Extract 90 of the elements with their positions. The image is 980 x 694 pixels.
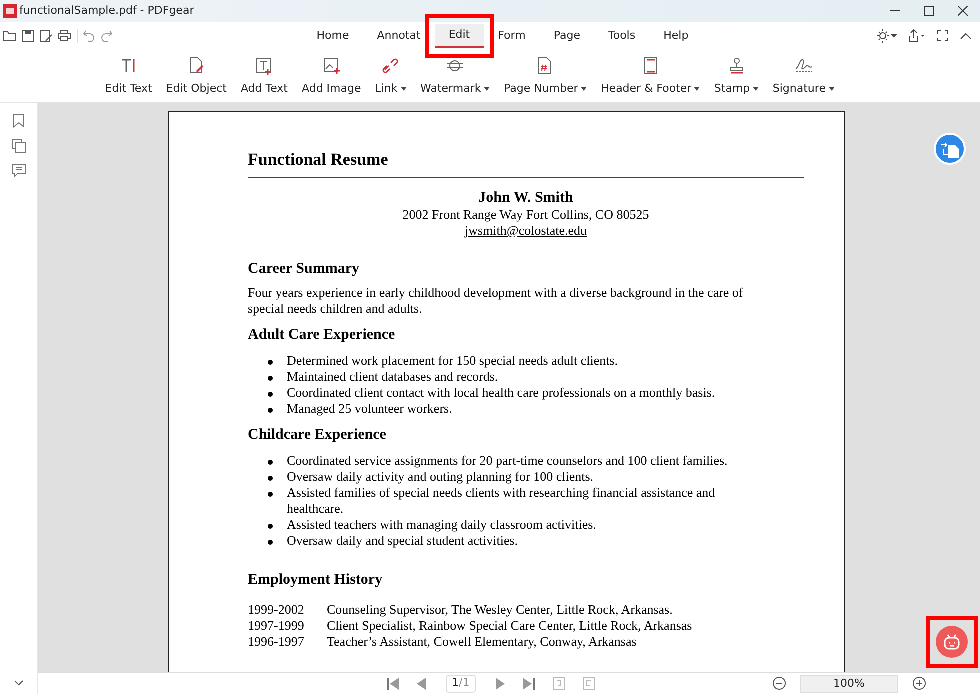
menu-tab[interactable]: Tools [594, 24, 650, 48]
bullet-icon [268, 476, 273, 481]
maximize-icon [924, 6, 934, 16]
bullet-item: Assisted teachers with managing daily classroom activities. [287, 517, 598, 533]
page-number-field[interactable]: 1/1 [446, 674, 476, 692]
bullet-icon [268, 408, 273, 413]
rotate-left-icon [552, 677, 565, 690]
ribbon-button[interactable]: Page Number [500, 55, 592, 100]
bullet-item: Oversaw daily and special student activities. [287, 533, 520, 549]
ribbon-button[interactable]: Edit Text [101, 55, 156, 100]
comment-icon[interactable] [12, 164, 26, 177]
header-footer-icon [642, 57, 660, 75]
bullet-icon [268, 360, 273, 365]
menu-tab[interactable]: Page [540, 24, 594, 48]
bullet-item: Coordinated client contact with local health care professionals on a monthly basis. [287, 385, 716, 401]
bullet-item: Oversaw daily activity and outing planning for 100 clients. [287, 469, 595, 485]
employment-years: 1997-1999 [248, 618, 306, 634]
section-heading: Employment History [248, 572, 384, 588]
bullet-item: Managed 25 volunteer workers. [287, 401, 454, 417]
brightness-icon[interactable] [876, 29, 897, 43]
ribbon-button[interactable]: Add Image [298, 55, 366, 100]
summary-paragraph: Four years experience in early childhood development with a diverse background in the care of special needs children and adults. [248, 285, 744, 317]
window-title: functionalSample.pdf - PDFgear [20, 2, 194, 19]
ribbon-button[interactable]: Watermark [416, 55, 494, 100]
bullet-icon [268, 524, 273, 529]
ribbon-button[interactable]: Stamp [710, 55, 763, 100]
collapse-icon[interactable] [960, 32, 972, 40]
folder-icon[interactable] [2, 30, 17, 42]
edit-text-icon [120, 57, 138, 75]
stamp-icon [728, 57, 746, 75]
bullet-icon [268, 492, 273, 497]
fullscreen-icon[interactable] [936, 30, 949, 42]
section-heading: Childcare Experience [248, 427, 388, 443]
email-link[interactable]: jwsmith@colostate.edu [464, 223, 588, 238]
add-image-icon [322, 57, 341, 75]
print-icon[interactable] [58, 30, 72, 42]
section-heading: Career Summary [248, 261, 361, 277]
redo-icon[interactable] [100, 30, 113, 42]
address-text: 2002 Front Range Way Fort Collins, CO 80525 [402, 207, 650, 223]
add-text-icon [255, 57, 274, 75]
employment-role: Client Specialist, Rainbow Special Care Center, Little Rock, Arkansas [327, 618, 692, 634]
menu-tab[interactable]: Annotat [363, 24, 435, 48]
bullet-item: Coordinated service assignments for 20 part-time counselors and 100 client families. [287, 453, 729, 469]
bullet-icon [268, 392, 273, 397]
edit-object-icon [188, 57, 206, 75]
signature-icon [794, 57, 813, 75]
bullet-icon [268, 376, 273, 381]
next-icon [496, 678, 505, 690]
zoom-out-icon [772, 677, 786, 690]
zoom-in-icon [912, 677, 926, 690]
link-icon [382, 57, 400, 75]
ribbon-button[interactable]: Link [371, 55, 411, 100]
menu-tab[interactable]: Form [484, 24, 540, 48]
bullet-icon [268, 460, 273, 465]
person-name: John W. Smith [478, 189, 574, 207]
document-title: Functional Resume [248, 152, 804, 178]
previous-icon [417, 678, 426, 690]
rotate-right-icon [582, 677, 595, 690]
bullet-item: Assisted families of special needs clients with researching financial assistance and healthcare. [287, 485, 716, 517]
bullet-item: Determined work placement for 150 special needs adult clients. [287, 353, 620, 369]
ribbon-button[interactable]: Edit Object [162, 55, 231, 100]
page-number-icon [536, 57, 554, 75]
share-icon[interactable] [908, 29, 926, 43]
close-icon [958, 6, 968, 16]
bullet-icon [268, 540, 273, 545]
last-page-icon [522, 678, 535, 690]
app-logo-icon [2, 4, 17, 18]
ribbon-button[interactable]: Signature [768, 55, 839, 100]
save-as-icon[interactable] [40, 30, 53, 42]
first-page-icon [387, 678, 399, 690]
zoom-field[interactable]: 100% [800, 674, 898, 692]
menu-tab[interactable]: Help [650, 24, 703, 48]
employment-years: 1996-1997 [248, 634, 306, 650]
ribbon-button[interactable]: Header & Footer [597, 55, 704, 100]
robot-icon [943, 633, 961, 651]
section-heading: Adult Care Experience [248, 327, 396, 343]
save-icon[interactable] [22, 30, 34, 42]
employment-role: Counseling Supervisor, The Wesley Center, Little Rock, Arkansas. [327, 602, 673, 618]
menu-tab[interactable]: Home [302, 24, 364, 48]
convert-to-word-button[interactable] [934, 133, 966, 165]
chevron-down-icon[interactable] [14, 680, 24, 686]
ribbon-button[interactable]: Add Text [236, 55, 292, 100]
assistant-button[interactable] [936, 626, 968, 658]
bullet-item: Maintained client databases and records. [287, 369, 500, 385]
bookmark-icon[interactable] [12, 114, 24, 128]
employment-role: Teacher’s Assistant, Cowell Elementary, Conway, Arkansas [327, 634, 637, 650]
pages-icon[interactable] [12, 139, 26, 153]
employment-years: 1999-2002 [248, 602, 306, 618]
undo-icon[interactable] [83, 30, 96, 42]
convert-document-icon [940, 140, 960, 158]
